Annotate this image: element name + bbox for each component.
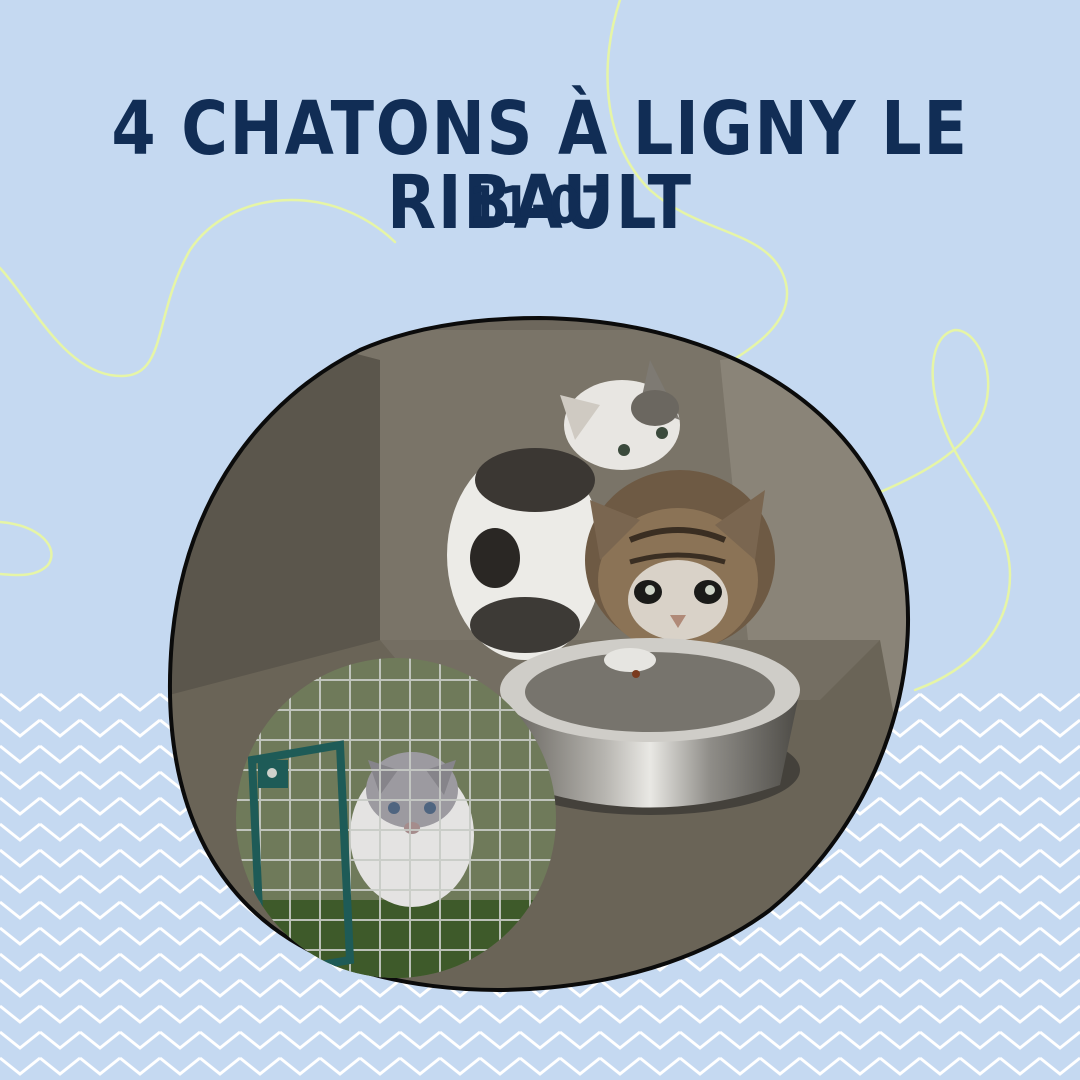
photo-area (168, 315, 911, 992)
